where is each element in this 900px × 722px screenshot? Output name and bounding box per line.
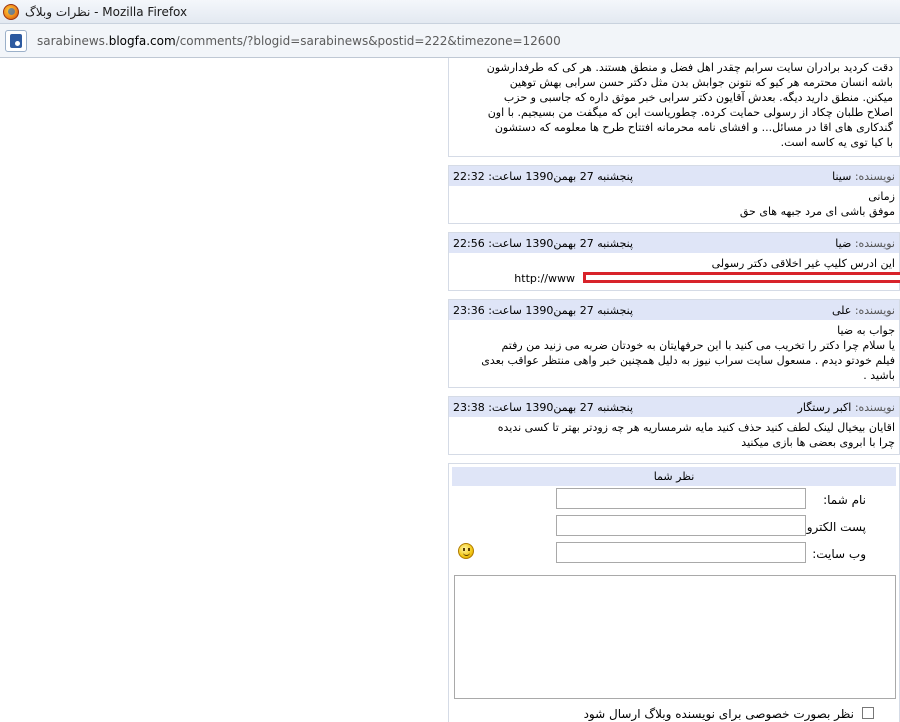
comment-line: باشید .: [863, 369, 895, 382]
comment-date: پنجشنبه 27 بهمن1390 ساعت: 22:32: [453, 169, 634, 183]
form-title: نظر شما: [452, 467, 896, 486]
comment-line: میکنن. منطق دارید دیگه. بعدش آقایون دکتر…: [503, 91, 893, 104]
comment-line: اصلاح طلبان چکاد از رسولی حمایت کرده. چط…: [487, 106, 893, 119]
comment-date: پنجشنبه 27 بهمن1390 ساعت: 23:38: [453, 400, 634, 414]
name-input[interactable]: [556, 488, 806, 509]
comment-line: دقت کردید برادران سایت سرابم چقدر اهل فض…: [486, 61, 893, 74]
url-domain-prefix: sarabinews.: [37, 33, 109, 48]
comment-author: نویسنده: اکبر رستگار: [798, 401, 895, 414]
comment-header: پنجشنبه 27 بهمن1390 ساعت: 22:56 نویسنده:…: [449, 233, 899, 253]
name-label: نام شما:: [823, 493, 866, 507]
comment-header: پنجشنبه 27 بهمن1390 ساعت: 23:38 نویسنده:…: [449, 397, 899, 417]
author-name: ضیا: [835, 236, 852, 250]
comment: پنجشنبه 27 بهمن1390 ساعت: 22:56 نویسنده:…: [448, 232, 900, 291]
window-titlebar: نظرات وبلاگ - Mozilla Firefox: [0, 0, 900, 24]
comment-line: یا سلام چرا دکتر را تخریب می کنید با این…: [501, 339, 895, 352]
firefox-icon[interactable]: [3, 3, 19, 20]
comment-author: نویسنده: ضیا: [835, 237, 895, 250]
comment-textarea[interactable]: [454, 575, 896, 699]
comment-body-partial: دقت کردید برادران سایت سرابم چقدر اهل فض…: [448, 58, 900, 157]
author-label: نویسنده:: [854, 400, 895, 414]
author-name: اکبر رستگار: [797, 400, 852, 414]
comment-body: این ادرس کلیپ غیر اخلاقی دکتر رسولی http…: [449, 253, 900, 290]
author-label: نویسنده:: [854, 236, 895, 250]
website-row: وب سایت:: [452, 540, 896, 567]
comment-line: جواب به ضیا: [837, 324, 895, 337]
comment-line: موفق باشی ای مرد جبهه های حق: [739, 205, 895, 218]
comment-author: نویسنده: سینا: [832, 170, 895, 183]
private-label: نظر بصورت خصوصی برای نویسنده وبلاگ ارسال…: [583, 707, 854, 721]
private-row: نظر بصورت خصوصی برای نویسنده وبلاگ ارسال…: [452, 699, 896, 722]
comments-column: دقت کردید برادران سایت سرابم چقدر اهل فض…: [448, 58, 900, 722]
author-label: نویسنده:: [854, 303, 895, 317]
site-identity-icon[interactable]: [5, 29, 27, 52]
comment-line: با کیا توی یه کاسه است.: [780, 136, 893, 149]
comment-date: پنجشنبه 27 بهمن1390 ساعت: 23:36: [453, 303, 634, 317]
comment: پنجشنبه 27 بهمن1390 ساعت: 22:32 نویسنده:…: [448, 165, 900, 224]
website-input[interactable]: [556, 542, 806, 563]
comment: پنجشنبه 27 بهمن1390 ساعت: 23:38 نویسنده:…: [448, 396, 900, 455]
comment-author: نویسنده: علی: [832, 304, 895, 317]
comment-header: پنجشنبه 27 بهمن1390 ساعت: 22:32 نویسنده:…: [449, 166, 899, 186]
comment-date: پنجشنبه 27 بهمن1390 ساعت: 22:56: [453, 236, 634, 250]
comment-link-row: http://www: [453, 271, 900, 286]
comment-line: گندکاری های اقا در مسائل... و افشای نامه…: [494, 121, 893, 134]
comment-body: جواب به ضیا یا سلام چرا دکتر را تخریب می…: [449, 320, 899, 387]
private-checkbox[interactable]: [862, 707, 874, 719]
website-label: وب سایت:: [812, 547, 866, 561]
comment-body: اقایان بیخیال لینک لطف کنید حذف کنید مای…: [449, 417, 899, 454]
comment-form: نظر شما نام شما: پست الکترونیک: وب سایت:…: [448, 463, 900, 722]
author-name: سینا: [832, 169, 852, 183]
page-content: دقت کردید برادران سایت سرابم چقدر اهل فض…: [0, 58, 900, 722]
comment: پنجشنبه 27 بهمن1390 ساعت: 23:36 نویسنده:…: [448, 299, 900, 388]
url-domain-main: blogfa.com: [108, 33, 176, 48]
comment-line: چرا با ابروی بعضی ها بازی میکنید: [741, 436, 895, 449]
comment-line: فیلم خودتو دیدم . مسعول سایت سراب نیوز ب…: [481, 354, 895, 367]
author-name: علی: [831, 303, 852, 317]
comment-line: این ادرس کلیپ غیر اخلاقی دکتر رسولی: [711, 257, 895, 270]
comment-header: پنجشنبه 27 بهمن1390 ساعت: 23:36 نویسنده:…: [449, 300, 899, 320]
comment-line: باشه انسان محترمه هر کیو که نتونن جوابش …: [509, 76, 893, 89]
url-path: /comments/?blogid=sarabinews&postid=222&…: [175, 33, 561, 48]
email-input[interactable]: [556, 515, 806, 536]
comment-link[interactable]: http://www: [514, 272, 575, 285]
comment-line: زمانی: [868, 190, 895, 203]
url-field[interactable]: sarabinews.blogfa.com/comments/?blogid=s…: [37, 34, 561, 48]
author-label: نویسنده:: [854, 169, 895, 183]
window-title: نظرات وبلاگ - Mozilla Firefox: [25, 4, 188, 19]
smiley-icon[interactable]: [458, 543, 474, 559]
comment-line: اقایان بیخیال لینک لطف کنید حذف کنید مای…: [497, 421, 895, 434]
comment-body: زمانی موفق باشی ای مرد جبهه های حق: [449, 186, 899, 223]
redaction-box: [583, 272, 900, 283]
name-row: نام شما:: [452, 486, 896, 513]
email-row: پست الکترونیک:: [452, 513, 896, 540]
address-bar: sarabinews.blogfa.com/comments/?blogid=s…: [0, 24, 900, 58]
